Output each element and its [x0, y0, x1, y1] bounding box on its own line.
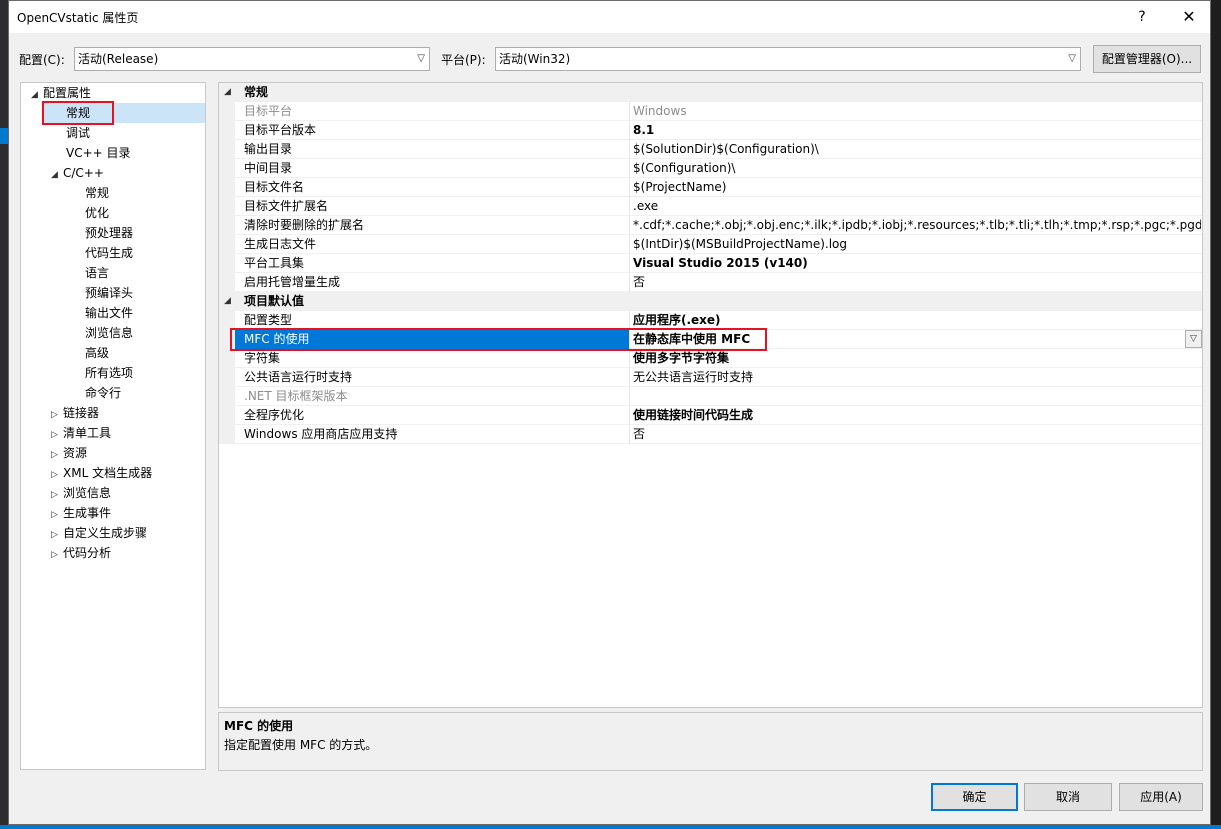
- tree-item-vc-directories[interactable]: VC++ 目录: [66, 143, 131, 163]
- collapsed-icon[interactable]: ▷: [51, 445, 63, 465]
- property-row[interactable]: 目标平台 Windows: [219, 102, 1202, 121]
- tree-item-xml-doc[interactable]: ▷ XML 文档生成器: [51, 463, 152, 483]
- tree-item-cpp-language[interactable]: 语言: [85, 263, 109, 283]
- property-row[interactable]: 配置类型 应用程序(.exe): [219, 311, 1202, 330]
- chevron-down-icon: ▽: [417, 53, 425, 64]
- collapsed-icon[interactable]: ▷: [51, 545, 63, 565]
- property-row[interactable]: 公共语言运行时支持 无公共语言运行时支持: [219, 368, 1202, 387]
- collapsed-icon[interactable]: ▷: [51, 505, 63, 525]
- property-row[interactable]: 目标文件名 $(ProjectName): [219, 178, 1202, 197]
- expanded-icon[interactable]: ◢: [51, 165, 63, 185]
- ide-background-right: [1211, 0, 1221, 829]
- tree-item-cpp-precompiled[interactable]: 预编译头: [85, 283, 133, 303]
- tree-item-build-events[interactable]: ▷ 生成事件: [51, 503, 111, 523]
- platform-label: 平台(P):: [441, 53, 486, 67]
- property-row[interactable]: 全程序优化 使用链接时间代码生成: [219, 406, 1202, 425]
- property-row[interactable]: Windows 应用商店应用支持否: [219, 425, 1202, 444]
- property-row[interactable]: 生成日志文件 $(IntDir)$(MSBuildProjectName).log: [219, 235, 1202, 254]
- configuration-bar: 配置(C): 活动(Release) ▽ 平台(P): 活动(Win32) ▽ …: [9, 45, 1210, 73]
- config-select[interactable]: 活动(Release) ▽: [74, 47, 430, 71]
- tree-item-cpp-codegen[interactable]: 代码生成: [85, 243, 133, 263]
- property-row[interactable]: 输出目录 $(SolutionDir)$(Configuration)\: [219, 140, 1202, 159]
- tree-item-cpp-browse[interactable]: 浏览信息: [85, 323, 133, 343]
- ok-button[interactable]: 确定: [931, 783, 1018, 811]
- ide-status-bar: [0, 825, 1221, 829]
- help-button[interactable]: ?: [1127, 5, 1157, 29]
- configuration-manager-button[interactable]: 配置管理器(O)...: [1093, 45, 1201, 73]
- close-button[interactable]: ✕: [1174, 5, 1204, 29]
- property-tree: ◢ 配置属性 常规 调试 VC++ 目录 ◢ C/C++ 常规 优化 预处理器 代码…: [20, 82, 206, 770]
- cancel-button[interactable]: 取消: [1024, 783, 1112, 811]
- config-select-value: 活动(Release): [78, 52, 159, 66]
- expanded-icon[interactable]: ◢: [224, 83, 231, 102]
- tree-item-browse-info[interactable]: ▷ 浏览信息: [51, 483, 111, 503]
- category-general[interactable]: ◢ 常规: [219, 83, 1202, 102]
- property-row[interactable]: .NET 目标框架版本: [219, 387, 1202, 406]
- collapsed-icon[interactable]: ▷: [51, 425, 63, 445]
- apply-button[interactable]: 应用(A): [1119, 783, 1203, 811]
- tree-item-general[interactable]: 常规: [43, 103, 205, 123]
- property-row[interactable]: 字符集 使用多字节字符集: [219, 349, 1202, 368]
- tree-item-linker[interactable]: ▷ 链接器: [51, 403, 99, 423]
- description-text: 指定配置使用 MFC 的方式。: [224, 738, 378, 752]
- description-title: MFC 的使用: [224, 719, 294, 733]
- ide-background-left: [0, 0, 8, 829]
- tree-item-cpp-general[interactable]: 常规: [85, 183, 109, 203]
- tree-item-cpp-all-options[interactable]: 所有选项: [85, 363, 133, 383]
- property-row[interactable]: 平台工具集 Visual Studio 2015 (v140): [219, 254, 1202, 273]
- expanded-icon[interactable]: ◢: [224, 292, 231, 311]
- collapsed-icon[interactable]: ▷: [51, 465, 63, 485]
- property-row[interactable]: 启用托管增量生成否: [219, 273, 1202, 292]
- tree-item-cpp-preprocessor[interactable]: 预处理器: [85, 223, 133, 243]
- property-grid: ◢ 常规 目标平台 Windows 目标平台版本 8.1 输出目录 $(Solutio…: [218, 82, 1203, 708]
- description-panel: MFC 的使用 指定配置使用 MFC 的方式。: [218, 712, 1203, 771]
- tree-item-manifest[interactable]: ▷ 清单工具: [51, 423, 111, 443]
- chevron-down-icon[interactable]: ▽: [1185, 330, 1202, 348]
- property-row[interactable]: 目标文件扩展名 .exe: [219, 197, 1202, 216]
- tree-item-custom-build[interactable]: ▷ 自定义生成步骤: [51, 523, 147, 543]
- property-row[interactable]: 目标平台版本 8.1: [219, 121, 1202, 140]
- tree-item-cpp-advanced[interactable]: 高级: [85, 343, 109, 363]
- platform-select-value: 活动(Win32): [499, 52, 571, 66]
- ide-accent: [0, 128, 8, 144]
- tree-item-cpp-output[interactable]: 输出文件: [85, 303, 133, 323]
- collapsed-icon[interactable]: ▷: [51, 525, 63, 545]
- property-row[interactable]: 清除时要删除的扩展名 *.cdf;*.cache;*.obj;*.obj.enc;…: [219, 216, 1202, 235]
- tree-item-cpp[interactable]: ◢ C/C++: [51, 163, 104, 183]
- property-row[interactable]: 中间目录 $(Configuration)\: [219, 159, 1202, 178]
- property-row-mfc-selected[interactable]: MFC 的使用 在静态库中使用 MFC ▽: [219, 330, 1202, 349]
- chevron-down-icon: ▽: [1068, 53, 1076, 64]
- property-pages-dialog: OpenCVstatic 属性页 ? ✕ 配置(C): 活动(Release) …: [8, 0, 1211, 825]
- expanded-icon[interactable]: ◢: [31, 85, 43, 105]
- collapsed-icon[interactable]: ▷: [51, 405, 63, 425]
- window-title: OpenCVstatic 属性页: [17, 11, 139, 25]
- tree-item-resources[interactable]: ▷ 资源: [51, 443, 87, 463]
- title-bar: OpenCVstatic 属性页 ? ✕: [9, 1, 1210, 33]
- tree-root[interactable]: ◢ 配置属性: [31, 83, 91, 103]
- config-label: 配置(C):: [19, 53, 65, 67]
- collapsed-icon[interactable]: ▷: [51, 485, 63, 505]
- category-project-defaults[interactable]: ◢ 项目默认值: [219, 292, 1202, 311]
- tree-item-debugging[interactable]: 调试: [66, 123, 90, 143]
- tree-item-cpp-optimization[interactable]: 优化: [85, 203, 109, 223]
- platform-select[interactable]: 活动(Win32) ▽: [495, 47, 1081, 71]
- tree-item-cpp-command-line[interactable]: 命令行: [85, 383, 121, 403]
- tree-item-code-analysis[interactable]: ▷ 代码分析: [51, 543, 111, 563]
